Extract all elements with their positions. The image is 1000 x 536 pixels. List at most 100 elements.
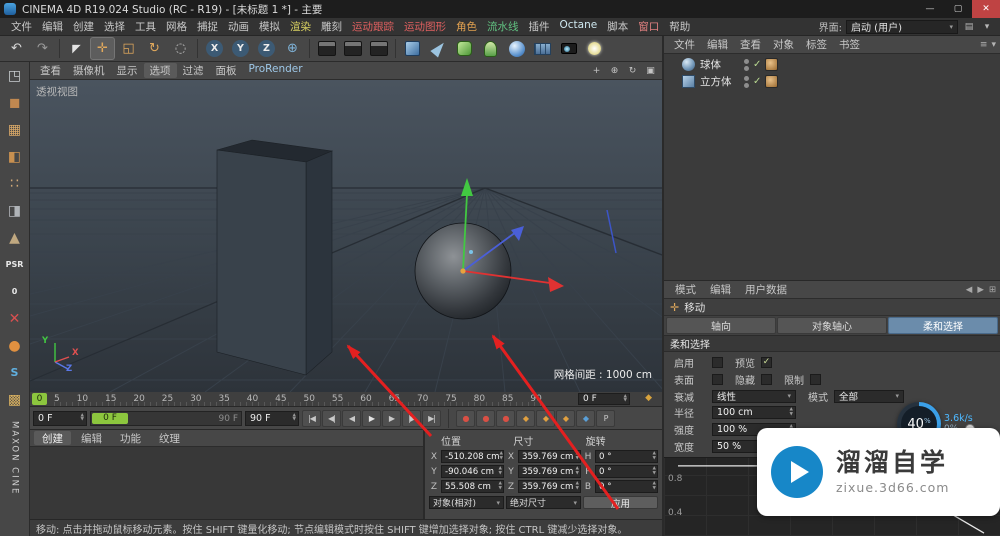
coord-system-button[interactable]: ⊕ bbox=[280, 37, 305, 60]
record-scale-button[interactable]: ◆ bbox=[536, 409, 555, 427]
record-options-button[interactable]: ● bbox=[496, 409, 515, 427]
menu-item[interactable]: 渲染 bbox=[285, 19, 316, 34]
attribute-tab[interactable]: 用户数据 bbox=[738, 282, 794, 297]
menu-item[interactable]: 网格 bbox=[161, 19, 192, 34]
panel-menu-icon[interactable]: ▾ bbox=[991, 40, 996, 50]
object-row[interactable]: 立方体 ✓ bbox=[664, 73, 1000, 90]
om-menu-item[interactable]: 查看 bbox=[734, 37, 767, 52]
apply-button[interactable]: 应用 bbox=[583, 496, 658, 510]
material-area[interactable] bbox=[30, 447, 423, 519]
psr-value[interactable]: 0 bbox=[1, 278, 29, 305]
layout-grid-icon[interactable]: ▤ bbox=[962, 22, 976, 32]
timeline-ruler[interactable]: 0 5 10 15 20 25 30 35 40 45 50 55 60 65 70 75 80 85 90 0 … bbox=[30, 392, 662, 407]
spline-pen-button[interactable] bbox=[426, 37, 451, 60]
timeline-power-slider[interactable]: 0 F 90 F bbox=[90, 410, 242, 426]
timeline-playhead[interactable]: 0 bbox=[32, 393, 47, 405]
material-tab[interactable]: 编辑 bbox=[73, 431, 110, 445]
om-menu-item[interactable]: 文件 bbox=[668, 37, 701, 52]
frame-stepper[interactable] bbox=[624, 395, 627, 404]
history-forward-icon[interactable]: ▶ bbox=[977, 285, 984, 295]
goto-start-button[interactable]: |◀ bbox=[302, 409, 321, 427]
render-settings-button[interactable] bbox=[366, 37, 391, 60]
maximize-button[interactable]: ▢ bbox=[944, 0, 972, 18]
last-tool-button[interactable]: ◌ bbox=[168, 37, 193, 60]
size-field[interactable]: 359.769 cm bbox=[518, 480, 581, 493]
viewport-menu-item[interactable]: 选项 bbox=[143, 63, 177, 78]
viewport-menu-item[interactable]: 显示 bbox=[111, 63, 144, 78]
position-field[interactable]: 55.508 cm bbox=[441, 480, 504, 493]
attribute-tab[interactable]: 编辑 bbox=[703, 282, 738, 297]
psr-label[interactable]: PSR bbox=[1, 251, 29, 278]
position-mode-dropdown[interactable]: 对象(相对) bbox=[429, 496, 504, 509]
material-tab[interactable]: 纹理 bbox=[151, 431, 188, 445]
preview-checkbox[interactable]: ✓ bbox=[761, 356, 772, 368]
move-tool-button[interactable]: ✛ bbox=[90, 37, 115, 60]
material-tab[interactable]: 创建 bbox=[34, 431, 71, 445]
lock-z-button[interactable]: Z bbox=[254, 37, 279, 60]
soft-selection-section-header[interactable]: 柔和选择 bbox=[664, 335, 1000, 352]
menu-item[interactable]: 流水线 bbox=[482, 19, 524, 34]
rotate-view-icon[interactable]: ↻ bbox=[625, 64, 640, 78]
record-rotation-button[interactable]: ◆ bbox=[556, 409, 575, 427]
viewport-menu-item[interactable]: ProRender bbox=[243, 63, 309, 78]
add-cube-button[interactable] bbox=[400, 37, 425, 60]
start-frame-stepper[interactable] bbox=[81, 414, 84, 423]
panel-scroll-icon[interactable]: ≡ bbox=[980, 40, 988, 50]
size-field[interactable]: 359.769 cm bbox=[518, 465, 581, 478]
size-mode-dropdown[interactable]: 绝对尺寸 bbox=[506, 496, 581, 509]
surface-checkbox[interactable] bbox=[712, 373, 723, 385]
restrict-checkbox[interactable] bbox=[810, 373, 821, 385]
material-tab[interactable]: 功能 bbox=[112, 431, 149, 445]
menu-item[interactable]: 创建 bbox=[68, 19, 99, 34]
solo-mode-button[interactable]: S bbox=[1, 359, 29, 386]
om-menu-item[interactable]: 标签 bbox=[800, 37, 833, 52]
environment-button[interactable] bbox=[504, 37, 529, 60]
menu-item[interactable]: 帮助 bbox=[664, 19, 695, 34]
end-frame-field[interactable]: 90 F bbox=[245, 410, 299, 426]
history-back-icon[interactable]: ◀ bbox=[966, 285, 973, 295]
visibility-dots[interactable] bbox=[744, 75, 749, 88]
om-menu-item[interactable]: 编辑 bbox=[701, 37, 734, 52]
position-field[interactable]: -90.046 cm bbox=[441, 465, 504, 478]
object-row[interactable]: 球体 ✓ bbox=[664, 56, 1000, 73]
next-key-button[interactable]: |▶ bbox=[402, 409, 421, 427]
viewport-menu-item[interactable]: 摄像机 bbox=[67, 63, 111, 78]
record-keyframe-button[interactable]: ● bbox=[456, 409, 475, 427]
lock-x-button[interactable]: X bbox=[202, 37, 227, 60]
keyframe-icon[interactable]: ◆ bbox=[645, 393, 652, 403]
mode-button[interactable]: 轴向 bbox=[666, 317, 776, 334]
menu-item[interactable]: 运动跟踪 bbox=[347, 19, 399, 34]
render-picture-viewer-button[interactable] bbox=[340, 37, 365, 60]
record-parameter-button[interactable]: ◆ bbox=[576, 409, 595, 427]
deformer-button[interactable] bbox=[478, 37, 503, 60]
menu-item[interactable]: 插件 bbox=[524, 19, 555, 34]
record-pla-button[interactable]: P bbox=[596, 409, 615, 427]
points-mode-button[interactable]: ∷ bbox=[1, 170, 29, 197]
menu-item[interactable]: 脚本 bbox=[602, 19, 633, 34]
play-button[interactable]: ▶ bbox=[362, 409, 381, 427]
power-slider-handle[interactable]: 0 F bbox=[92, 412, 128, 424]
phong-tag-icon[interactable] bbox=[765, 75, 779, 88]
render-view-button[interactable] bbox=[314, 37, 339, 60]
menu-item[interactable]: 模拟 bbox=[254, 19, 285, 34]
current-frame-field[interactable]: 0 F bbox=[578, 393, 630, 405]
subdivision-surface-button[interactable] bbox=[452, 37, 477, 60]
camera-button[interactable] bbox=[556, 37, 581, 60]
hidden-checkbox[interactable] bbox=[761, 373, 772, 385]
record-position-button[interactable]: ◆ bbox=[516, 409, 535, 427]
phong-tag-icon[interactable] bbox=[765, 58, 779, 71]
redo-button[interactable]: ↷ bbox=[30, 37, 55, 60]
toggle-view-icon[interactable]: ▣ bbox=[643, 64, 658, 78]
lock-y-button[interactable]: Y bbox=[228, 37, 253, 60]
interface-menu-icon[interactable]: ▾ bbox=[980, 22, 994, 32]
viewport-menu-item[interactable]: 过滤 bbox=[177, 63, 210, 78]
mode-button[interactable]: 柔和选择 bbox=[888, 317, 998, 334]
zoom-view-icon[interactable]: ⊕ bbox=[607, 64, 622, 78]
object-tree[interactable]: 球体 ✓ 立方体 ✓ bbox=[664, 54, 1000, 281]
falloff-dropdown[interactable]: 线性 bbox=[712, 389, 796, 403]
minimize-button[interactable]: — bbox=[916, 0, 944, 18]
rotate-tool-button[interactable]: ↻ bbox=[142, 37, 167, 60]
snap-toggle-button[interactable]: ● bbox=[1, 332, 29, 359]
floor-button[interactable] bbox=[530, 37, 555, 60]
undo-button[interactable]: ↶ bbox=[4, 37, 29, 60]
